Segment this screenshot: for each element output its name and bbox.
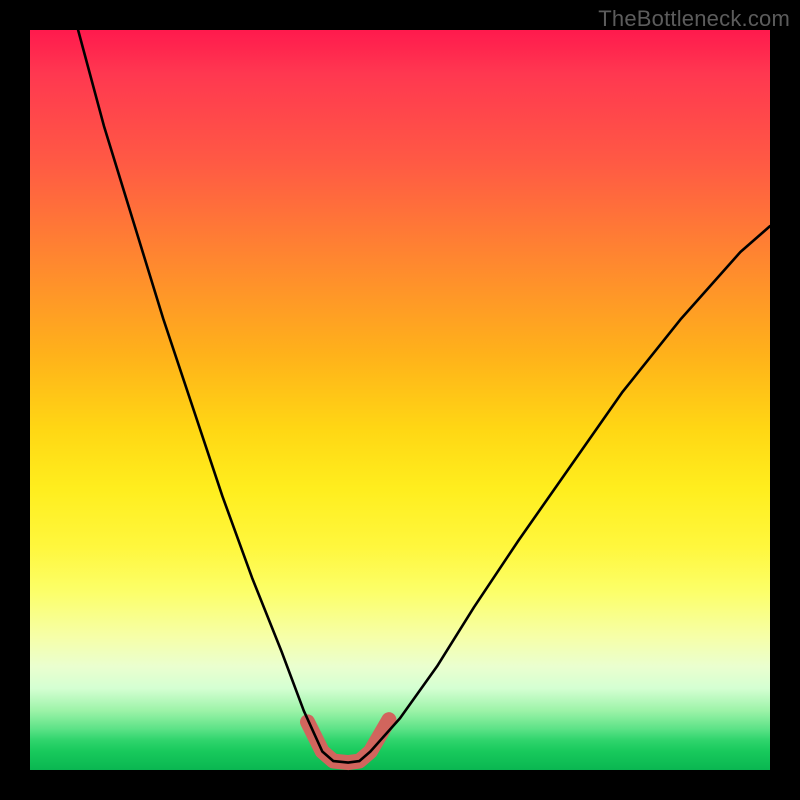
- valley-highlight-path: [308, 720, 389, 763]
- curve-layer: [30, 30, 770, 770]
- chart-frame: TheBottleneck.com: [0, 0, 800, 800]
- plot-area: [30, 30, 770, 770]
- watermark-text: TheBottleneck.com: [598, 6, 790, 32]
- valley-curve-path: [78, 30, 770, 763]
